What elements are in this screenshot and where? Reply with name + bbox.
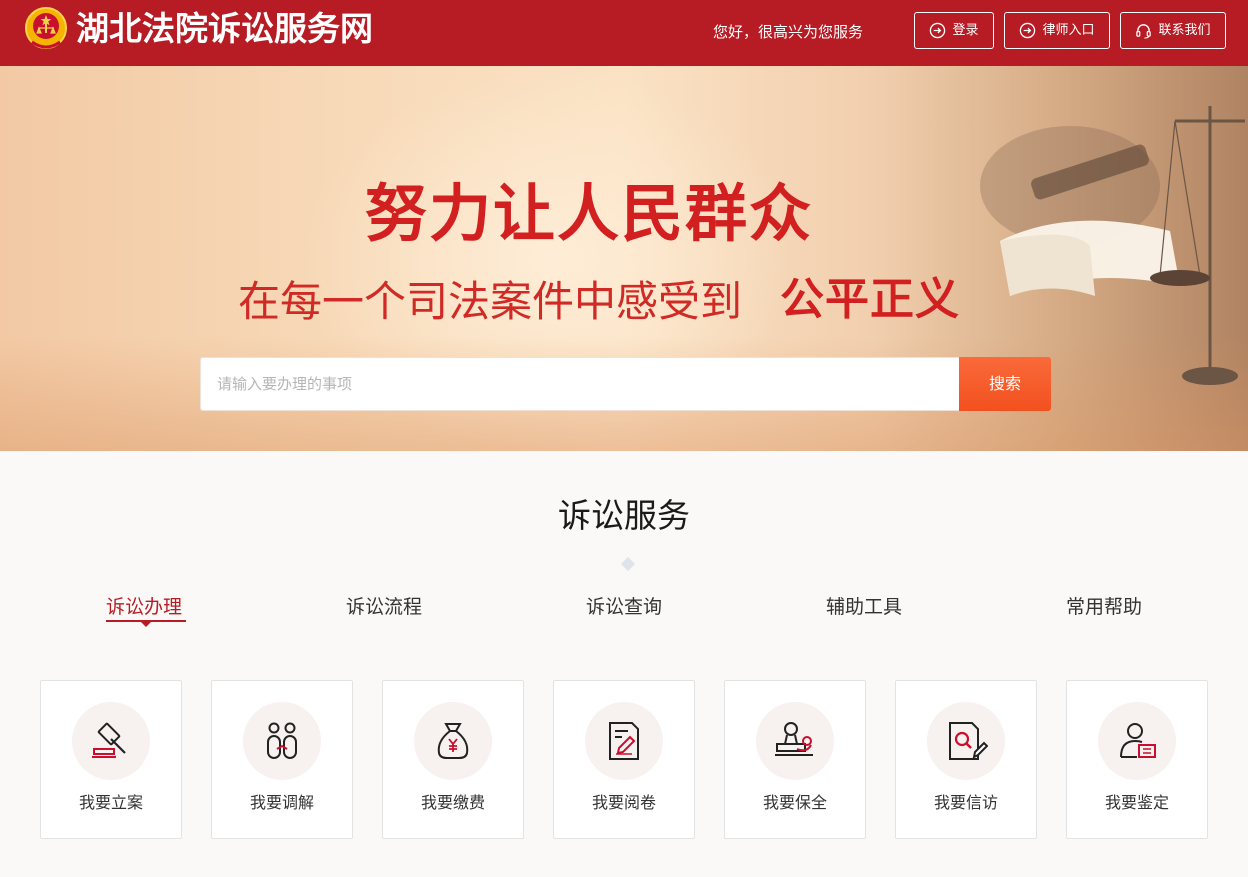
card-label: 我要鉴定 [1104, 793, 1169, 812]
lawyer-entry-label: 律师入口 [1042, 23, 1095, 38]
court-emblem-icon [25, 7, 67, 49]
login-label: 登录 [952, 23, 979, 38]
lawyer-entry-button[interactable]: 律师入口 [1004, 12, 1110, 49]
hero-banner: 努力让人民群众 在每一个司法案件中感受到 公平正义 搜索 [0, 66, 1248, 451]
money-bag-icon [437, 723, 469, 759]
card-label: 我要信访 [933, 793, 998, 812]
card-icon-background [927, 702, 1005, 780]
document-edit-icon [609, 722, 639, 760]
service-card-preservation[interactable]: 我要保全 [724, 680, 866, 839]
banner-subheadline: 在每一个司法案件中感受到 [238, 277, 743, 326]
tab-litigation-handling[interactable]: 诉讼办理 [106, 594, 182, 620]
service-card-appraisal[interactable]: 我要鉴定 [1066, 680, 1208, 839]
mediation-icon [267, 722, 297, 759]
card-label: 我要阅卷 [591, 793, 656, 812]
site-title: 湖北法院诉讼服务网 [76, 9, 373, 48]
contact-us-button[interactable]: 联系我们 [1120, 12, 1226, 49]
card-icon-background [756, 702, 834, 780]
banner-headline: 努力让人民群众 [364, 177, 813, 250]
headset-icon [1136, 24, 1152, 39]
section-divider [518, 556, 738, 572]
document-search-icon [949, 722, 988, 760]
card-icon-background [72, 702, 150, 780]
section-title: 诉讼服务 [558, 496, 690, 535]
card-label: 我要保全 [762, 793, 827, 812]
tab-litigation-query[interactable]: 诉讼查询 [586, 594, 662, 620]
search-input[interactable] [201, 358, 960, 410]
card-label: 我要缴费 [420, 793, 485, 812]
card-icon-background [414, 702, 492, 780]
service-card-petition[interactable]: 我要信访 [895, 680, 1037, 839]
tab-litigation-process[interactable]: 诉讼流程 [346, 594, 422, 620]
gavel-icon [92, 722, 126, 758]
tab-common-help[interactable]: 常用帮助 [1066, 594, 1142, 620]
search-button[interactable]: 搜索 [959, 357, 1051, 411]
card-label: 我要调解 [249, 793, 314, 812]
login-icon [930, 22, 946, 39]
service-card-payment[interactable]: 我要缴费 [382, 680, 524, 839]
contact-us-label: 联系我们 [1158, 23, 1211, 38]
service-card-file-review[interactable]: 我要阅卷 [553, 680, 695, 839]
banner-subheadline-emphasis: 公平正义 [780, 274, 960, 325]
card-label: 我要立案 [78, 793, 143, 812]
service-card-filing[interactable]: 我要立案 [40, 680, 182, 839]
login-button[interactable]: 登录 [914, 12, 994, 49]
user-id-icon [1120, 723, 1156, 758]
enter-icon [1020, 22, 1036, 39]
card-icon-background [585, 702, 663, 780]
tab-auxiliary-tools[interactable]: 辅助工具 [826, 594, 902, 620]
search-box [200, 357, 960, 411]
greeting-text: 您好，很高兴为您服务 [713, 23, 864, 41]
service-card-mediation[interactable]: 我要调解 [211, 680, 353, 839]
card-icon-background [243, 702, 321, 780]
site-header: 湖北法院诉讼服务网 您好，很高兴为您服务 登录 律师入口 联系我们 [0, 0, 1248, 66]
active-tab-caret [141, 622, 151, 627]
card-icon-background [1098, 702, 1176, 780]
seal-icon [775, 722, 813, 756]
